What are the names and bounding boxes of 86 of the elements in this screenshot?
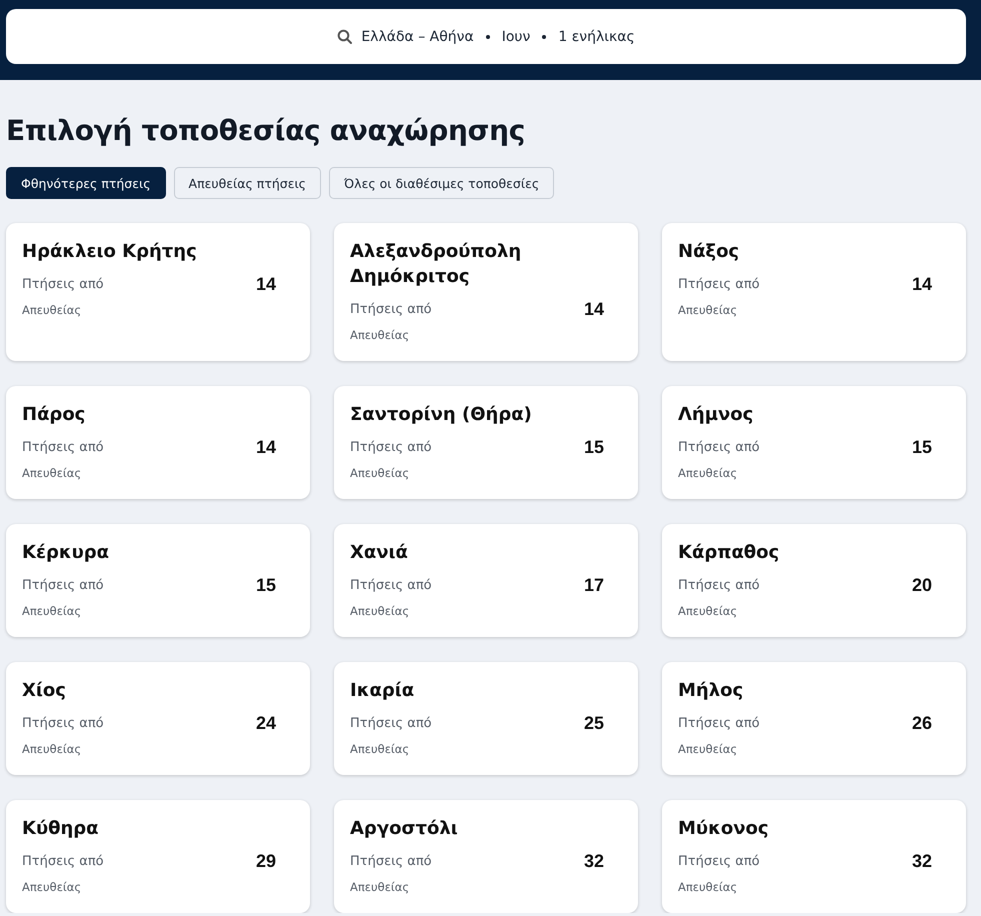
destination-name: Σαντορίνη (Θήρα)	[350, 403, 533, 427]
destination-card[interactable]: Σαντορίνη (Θήρα) Πτήσεις από 15 Απευθείας	[334, 386, 638, 499]
direct-note: Απευθείας	[678, 604, 738, 618]
price-label: Πτήσεις από	[678, 277, 760, 292]
destination-card[interactable]: Λήμνος Πτήσεις από 15 Απευθείας	[662, 386, 966, 499]
destination-name: Κέρκυρα	[22, 541, 110, 565]
price: 24	[256, 713, 276, 734]
search-summary: 1 ενήλικας	[558, 28, 635, 44]
destination-name: Κάρπαθος	[678, 541, 780, 565]
price-label: Πτήσεις από	[350, 440, 432, 455]
destination-card[interactable]: Πάρος Πτήσεις από 14 Απευθείας	[6, 386, 310, 499]
direct-note: Απευθείας	[22, 466, 82, 480]
price: 26	[912, 713, 932, 734]
price-label: Πτήσεις από	[22, 578, 104, 593]
destination-name: Κύθηρα	[22, 817, 100, 841]
price: 14	[584, 299, 604, 320]
search-bar[interactable]: Ελλάδα – Αθήνα Ιουν 1 ενήλικας	[6, 9, 966, 64]
price-label: Πτήσεις από	[350, 578, 432, 593]
price: 32	[912, 851, 932, 872]
price-label: Πτήσεις από	[678, 854, 760, 869]
direct-note: Απευθείας	[678, 303, 738, 317]
destination-name: Λήμνος	[678, 403, 754, 427]
price: 14	[256, 274, 276, 295]
price-label: Πτήσεις από	[22, 277, 104, 292]
price-label: Πτήσεις από	[22, 440, 104, 455]
destination-name: Μήλος	[678, 679, 744, 703]
direct-note: Απευθείας	[22, 742, 82, 756]
filter-tab[interactable]: Απευθείας πτήσεις	[174, 167, 322, 199]
destination-name: Χίος	[22, 679, 67, 703]
price-label: Πτήσεις από	[22, 854, 104, 869]
price: 25	[584, 713, 604, 734]
search-summary: Ιουν	[502, 28, 530, 44]
page-title: Επιλογή τοποθεσίας αναχώρησης	[6, 114, 526, 147]
price: 29	[256, 851, 276, 872]
price-label: Πτήσεις από	[350, 854, 432, 869]
price-label: Πτήσεις από	[678, 716, 760, 731]
direct-note: Απευθείας	[22, 880, 82, 894]
destination-card[interactable]: Χανιά Πτήσεις από 17 Απευθείας	[334, 524, 638, 637]
destination-card[interactable]: Μήλος Πτήσεις από 26 Απευθείας	[662, 662, 966, 775]
destination-name: Αλεξανδρούπολη Δημόκριτος	[350, 240, 522, 289]
destination-name: Ικαρία	[350, 679, 416, 703]
price: 17	[584, 575, 604, 596]
direct-note: Απευθείας	[22, 604, 82, 618]
destination-name: Χανιά	[350, 541, 409, 565]
destination-name: Πάρος	[22, 403, 86, 427]
price: 14	[912, 274, 932, 295]
price: 15	[256, 575, 276, 596]
destination-card[interactable]: Αργοστόλι Πτήσεις από 32 Απευθείας	[334, 800, 638, 913]
separator-dot-icon	[486, 34, 490, 38]
destination-name: Νάξος	[678, 240, 740, 264]
direct-note: Απευθείας	[678, 880, 738, 894]
destination-card[interactable]: Νάξος Πτήσεις από 14 Απευθείας	[662, 223, 966, 361]
direct-note: Απευθείας	[350, 880, 410, 894]
direct-note: Απευθείας	[350, 466, 410, 480]
destination-card[interactable]: Αλεξανδρούπολη Δημόκριτος Πτήσεις από 14 Απευθείας	[334, 223, 638, 361]
direct-note: Απευθείας	[22, 303, 82, 317]
price: 14	[256, 437, 276, 458]
price: 20	[912, 575, 932, 596]
direct-note: Απευθείας	[350, 604, 410, 618]
price-label: Πτήσεις από	[678, 578, 760, 593]
search-icon	[337, 28, 354, 44]
price-label: Πτήσεις από	[350, 716, 432, 731]
filter-tab[interactable]: Όλες οι διαθέσιμες τοποθεσίες	[329, 167, 554, 199]
destination-card[interactable]: Κέρκυρα Πτήσεις από 15 Απευθείας	[6, 524, 310, 637]
price-label: Πτήσεις από	[678, 440, 760, 455]
filter-tab[interactable]: Φθηνότερες πτήσεις	[6, 167, 166, 199]
destination-card[interactable]: Χίος Πτήσεις από 24 Απευθείας	[6, 662, 310, 775]
price: 32	[584, 851, 604, 872]
direct-note: Απευθείας	[678, 742, 738, 756]
price-label: Πτήσεις από	[22, 716, 104, 731]
price-label: Πτήσεις από	[350, 302, 432, 317]
direct-note: Απευθείας	[350, 742, 410, 756]
price: 15	[584, 437, 604, 458]
direct-note: Απευθείας	[350, 328, 410, 342]
direct-note: Απευθείας	[678, 466, 738, 480]
destination-name: Ηράκλειο Κρήτης	[22, 240, 198, 264]
destination-name: Μύκονος	[678, 817, 770, 841]
destination-card[interactable]: Ηράκλειο Κρήτης Πτήσεις από 14 Απευθείας	[6, 223, 310, 361]
destination-card[interactable]: Μύκονος Πτήσεις από 32 Απευθείας	[662, 800, 966, 913]
destination-name: Αργοστόλι	[350, 817, 459, 841]
destination-card[interactable]: Κύθηρα Πτήσεις από 29 Απευθείας	[6, 800, 310, 913]
destination-card[interactable]: Ικαρία Πτήσεις από 25 Απευθείας	[334, 662, 638, 775]
destination-card[interactable]: Κάρπαθος Πτήσεις από 20 Απευθείας	[662, 524, 966, 637]
separator-dot-icon	[542, 34, 546, 38]
price: 15	[912, 437, 932, 458]
search-summary: Ελλάδα – Αθήνα	[361, 28, 474, 44]
